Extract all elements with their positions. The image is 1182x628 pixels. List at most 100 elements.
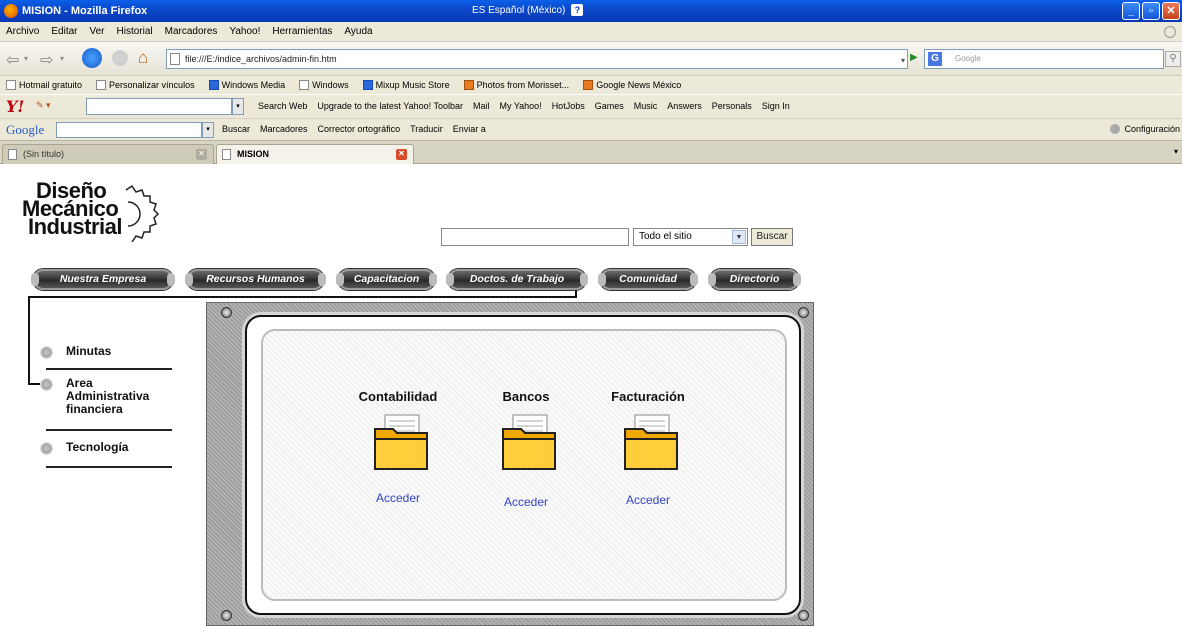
nav-recursos-humanos[interactable]: Recursos Humanos: [185, 269, 326, 290]
page-icon: [8, 149, 17, 160]
menu-herramientas[interactable]: Herramientas: [272, 26, 332, 37]
menu-bar: Archivo Editar Ver Historial Marcadores …: [0, 22, 1182, 42]
yahoo-games[interactable]: Games: [595, 101, 624, 111]
google-logo[interactable]: Google: [6, 122, 44, 138]
content-panel: Contabilidad Acceder Bancos Acceder Fact…: [206, 302, 814, 626]
bookmark-google-news[interactable]: Google News México: [583, 80, 681, 90]
google-buscar[interactable]: Buscar: [222, 124, 250, 134]
bookmark-mixup[interactable]: Mixup Music Store: [362, 80, 450, 90]
google-marcadores[interactable]: Marcadores: [260, 124, 308, 134]
yahoo-logo[interactable]: Y!: [6, 97, 24, 116]
help-icon[interactable]: ?: [571, 4, 584, 16]
url-text: file:///E:/indice_archivos/admin-fin.htm: [185, 54, 337, 64]
pencil-icon[interactable]: ✎ ▾: [36, 100, 51, 111]
tab-strip: (Sin título) ✕ MISION ✕ ▾: [0, 140, 1182, 164]
google-engine-icon[interactable]: G: [928, 52, 942, 66]
divider: [46, 368, 172, 370]
minimize-button[interactable]: _: [1122, 2, 1140, 20]
bookmark-hotmail[interactable]: Hotmail gratuito: [6, 80, 82, 90]
menu-yahoo[interactable]: Yahoo!: [229, 26, 260, 37]
google-corrector[interactable]: Corrector ortográfico: [318, 124, 401, 134]
yahoo-personals[interactable]: Personals: [712, 101, 752, 111]
yahoo-dropdown-icon[interactable]: ▾: [232, 98, 244, 115]
page-icon: [6, 80, 16, 90]
yahoo-search-web[interactable]: Search Web: [258, 101, 307, 111]
yahoo-hotjobs[interactable]: HotJobs: [552, 101, 585, 111]
search-icon[interactable]: ⚲: [1165, 51, 1181, 67]
home-icon[interactable]: ⌂: [138, 48, 148, 68]
yahoo-answers[interactable]: Answers: [667, 101, 702, 111]
google-enviar[interactable]: Enviar a: [453, 124, 486, 134]
page-icon: [222, 149, 231, 160]
search-scope-select[interactable]: Todo el sitio ▼: [633, 228, 748, 246]
address-bar[interactable]: file:///E:/indice_archivos/admin-fin.htm…: [166, 49, 908, 69]
tab-label: MISION: [237, 149, 270, 159]
site-search-input[interactable]: [441, 228, 629, 246]
yahoo-upgrade[interactable]: Upgrade to the latest Yahoo! Toolbar: [317, 101, 463, 111]
acceder-link[interactable]: Acceder: [461, 495, 591, 509]
bookmark-photos[interactable]: Photos from Morisset...: [463, 80, 569, 90]
stop-icon[interactable]: [112, 50, 128, 66]
menu-marcadores[interactable]: Marcadores: [165, 26, 218, 37]
rss-icon: [463, 80, 474, 90]
yahoo-toolbar-items: Search Web Upgrade to the latest Yahoo! …: [258, 101, 790, 111]
bookmark-windows[interactable]: Windows: [299, 80, 349, 90]
forward-history-icon[interactable]: ▾: [60, 54, 64, 63]
site-logo[interactable]: Diseño Mecánico Industrial: [22, 180, 182, 250]
tab-list-icon[interactable]: ▾: [1174, 147, 1178, 156]
config-label: Configuración: [1124, 124, 1180, 134]
google-traducir[interactable]: Traducir: [410, 124, 443, 134]
divider: [46, 429, 172, 431]
acceder-link[interactable]: Acceder: [583, 493, 713, 507]
yahoo-my-yahoo[interactable]: My Yahoo!: [499, 101, 541, 111]
google-config[interactable]: Configuración: [1110, 124, 1180, 134]
menu-ver[interactable]: Ver: [89, 26, 104, 37]
settings-icon: [1110, 124, 1121, 134]
google-search-input[interactable]: [56, 122, 202, 138]
menu-historial[interactable]: Historial: [117, 26, 153, 37]
language-indicator[interactable]: ES Español (México)?: [472, 4, 584, 16]
windows-media-icon: [208, 80, 219, 90]
search-box[interactable]: G Google ⚲: [924, 49, 1181, 69]
nav-comunidad[interactable]: Comunidad: [598, 269, 698, 290]
tab-close-icon[interactable]: ✕: [196, 149, 207, 160]
menu-editar[interactable]: Editar: [51, 26, 77, 37]
menu-archivo[interactable]: Archivo: [6, 26, 39, 37]
maximize-button[interactable]: ▫: [1142, 2, 1160, 20]
search-placeholder: Google: [955, 54, 981, 63]
rss-icon: [583, 80, 594, 90]
tab-mision[interactable]: MISION ✕: [216, 144, 414, 164]
search-button[interactable]: Buscar: [751, 228, 793, 246]
bookmark-label: Google News México: [596, 80, 682, 90]
yahoo-search-input[interactable]: [86, 98, 232, 115]
url-dropdown-icon[interactable]: ▾: [901, 52, 905, 70]
tab-sin-titulo[interactable]: (Sin título) ✕: [2, 144, 214, 164]
bolt-icon: [221, 307, 232, 318]
yahoo-music[interactable]: Music: [634, 101, 658, 111]
tab-close-icon[interactable]: ✕: [396, 149, 407, 160]
yahoo-sign-in[interactable]: Sign In: [762, 101, 790, 111]
bookmark-windows-media[interactable]: Windows Media: [208, 80, 285, 90]
bookmark-label: Mixup Music Store: [375, 80, 450, 90]
folder-icon[interactable]: [501, 413, 557, 471]
sidebar-item-label: Minutas: [66, 344, 112, 358]
back-icon[interactable]: ⇦: [6, 50, 19, 70]
folder-title: Contabilidad: [358, 389, 438, 404]
close-button[interactable]: ✕: [1162, 2, 1180, 20]
folder-icon[interactable]: [623, 413, 679, 471]
connector-line: [28, 296, 30, 385]
yahoo-mail[interactable]: Mail: [473, 101, 490, 111]
nav-directorio[interactable]: Directorio: [708, 269, 801, 290]
nav-capacitacion[interactable]: Capacitacion: [336, 269, 437, 290]
back-history-icon[interactable]: ▾: [24, 54, 28, 63]
reload-icon[interactable]: [82, 48, 102, 68]
nav-nuestra-empresa[interactable]: Nuestra Empresa: [31, 269, 175, 290]
acceder-link[interactable]: Acceder: [333, 491, 463, 505]
nav-doctos-trabajo[interactable]: Doctos. de Trabajo: [446, 269, 588, 290]
folder-icon[interactable]: [373, 413, 429, 471]
go-icon[interactable]: ▶: [910, 52, 918, 63]
menu-ayuda[interactable]: Ayuda: [344, 26, 372, 37]
google-dropdown-icon[interactable]: ▾: [202, 122, 214, 138]
forward-icon[interactable]: ⇨: [40, 50, 53, 70]
bookmark-personalizar[interactable]: Personalizar vínculos: [96, 80, 195, 90]
